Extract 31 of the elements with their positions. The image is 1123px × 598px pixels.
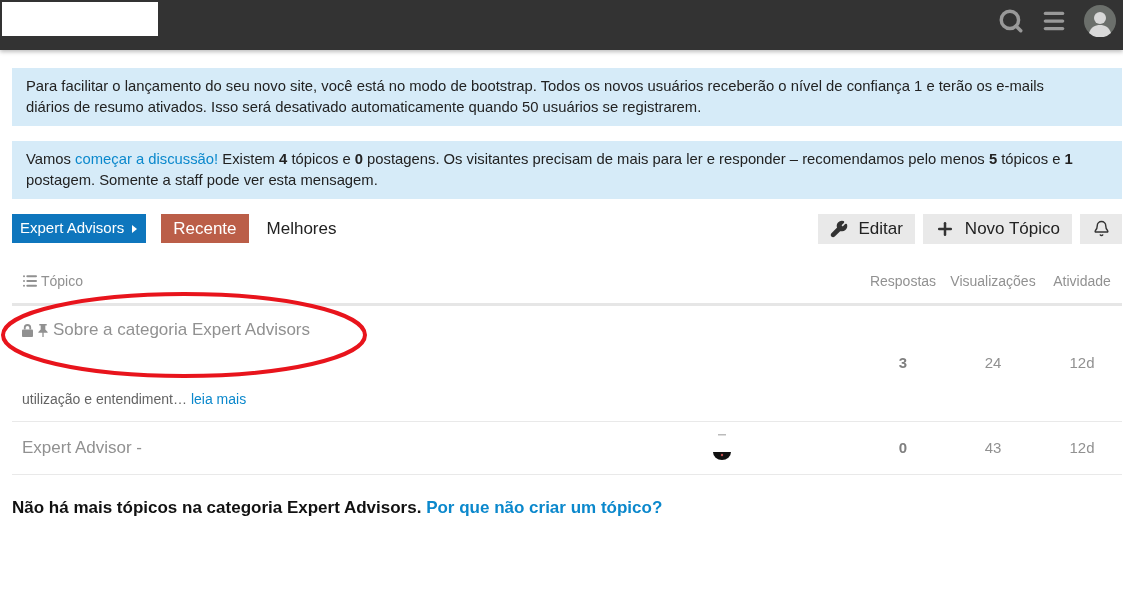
replies-count: 3 — [898, 353, 908, 374]
activity-time[interactable]: 12d — [1069, 436, 1095, 460]
topic-title-link[interactable]: Expert Advisor - — [22, 437, 142, 459]
action-button[interactable]: Novo Tópico — [922, 213, 1072, 244]
action-button[interactable]: Editar — [818, 213, 915, 244]
bell-icon — [1092, 220, 1110, 237]
start-discussion-link[interactable]: começar a discussão! — [75, 151, 219, 167]
nav-tab[interactable]: Melhores — [254, 214, 349, 243]
wrench-icon — [830, 219, 849, 238]
column-header[interactable]: Tópico — [41, 270, 84, 292]
category-dropdown-button[interactable]: Expert Advisors — [12, 214, 147, 243]
activity-time[interactable]: 12d — [1069, 352, 1095, 375]
column-header[interactable]: Respostas — [869, 270, 937, 292]
search-icon[interactable] — [998, 8, 1024, 34]
caret-right-icon — [132, 224, 138, 233]
nav-tab[interactable]: Recente — [161, 214, 249, 243]
topic-title-link[interactable]: Sobre a categoria Expert Advisors — [53, 319, 311, 341]
read-more-link[interactable]: leia mais — [190, 391, 247, 407]
topic-excerpt: utilização e entendiment… leia mais — [22, 390, 248, 409]
notifications-button[interactable] — [1080, 213, 1122, 244]
avatar-icon[interactable] — [1084, 5, 1116, 37]
notice-text: Para facilitar o lançamento do seu novo site, você está no modo de bootstrap. Todos os novos usuários receberão o nível de confiança 1 e terão os e-mails diários de resumo ativados. Isso será desativado automaticamente quando 50 usuários se registrarem. — [26, 77, 1046, 117]
list-icon — [22, 273, 38, 289]
replies-count: 0 — [898, 437, 908, 458]
notice-text: Vamos começar a discussão! Existem 4 tópicos e 0 postagens. Os visitantes precisam de mais para ler e responder – recomendamos pelo menos 5 tópicos e 1 postagem. Somente a staff pode ver esta mensagem. — [26, 150, 1074, 190]
views-count: 43 — [984, 437, 1002, 458]
column-header[interactable]: Atividade — [1053, 270, 1111, 292]
views-count: 24 — [984, 353, 1002, 374]
no-more-topics-message: Não há mais tópicos na categoria Expert Advisors. Por que não criar um tópico? — [12, 497, 664, 519]
create-topic-link[interactable]: Por que não criar um tópico? — [426, 498, 663, 517]
column-header[interactable]: Visualizações — [950, 270, 1036, 292]
